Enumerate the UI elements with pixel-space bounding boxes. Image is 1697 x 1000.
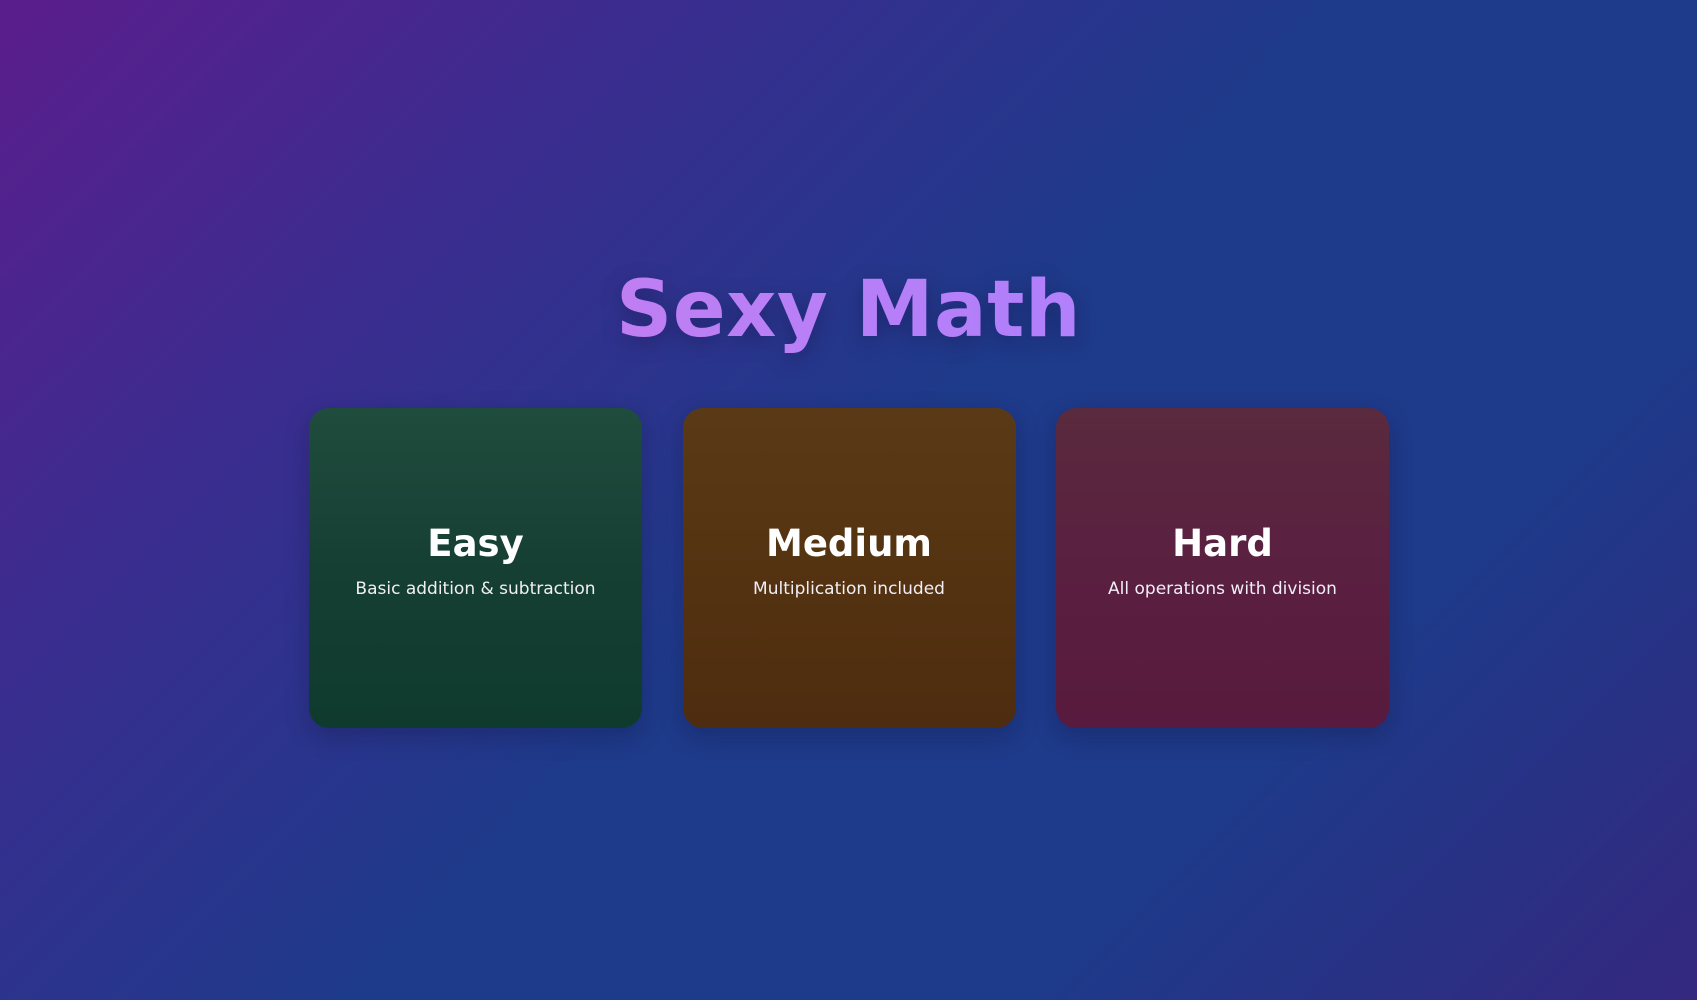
medium-card-title: Medium <box>766 522 932 565</box>
easy-difficulty-card[interactable]: Easy Basic addition & subtraction <box>309 408 642 728</box>
medium-difficulty-card[interactable]: Medium Multiplication included <box>682 408 1016 728</box>
hard-card-title: Hard <box>1172 522 1273 565</box>
page: { "title": "Sexy Math", "cards": [ { "la… <box>0 0 1697 1000</box>
easy-card-title: Easy <box>427 522 524 565</box>
difficulty-cards: Easy Basic addition & subtraction Medium… <box>309 408 1389 728</box>
page-title: Sexy Math <box>0 262 1697 358</box>
medium-card-description: Multiplication included <box>753 579 945 599</box>
hard-difficulty-card[interactable]: Hard All operations with division <box>1056 408 1389 728</box>
easy-card-description: Basic addition & subtraction <box>355 579 596 599</box>
hard-card-description: All operations with division <box>1108 579 1337 599</box>
